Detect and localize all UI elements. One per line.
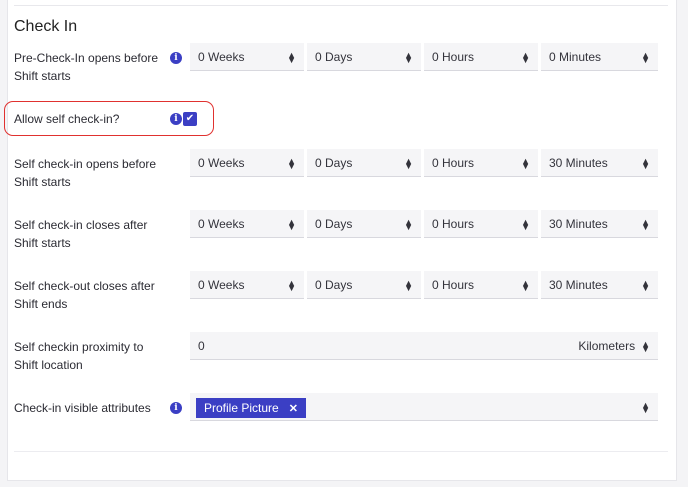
self-check-in-opens-minutes-select[interactable]: 30 Minutes ▲ ▼ bbox=[541, 149, 658, 177]
top-divider bbox=[14, 5, 668, 6]
self-check-out-closes-days-select[interactable]: 0 Days ▲ ▼ bbox=[307, 271, 421, 299]
pre-check-in-weeks-select[interactable]: 0 Weeks ▲ ▼ bbox=[190, 43, 304, 71]
proximity-input[interactable]: 0 Kilometers ▲ ▼ bbox=[190, 332, 658, 360]
pre-check-in-days-select[interactable]: 0 Days ▲ ▼ bbox=[307, 43, 421, 71]
checkmark-icon: ✔ bbox=[185, 113, 195, 124]
pre-check-in-label: Pre-Check-In opens before Shift starts bbox=[14, 51, 159, 83]
allow-self-check-in-label: Allow self check-in? bbox=[14, 112, 120, 126]
updown-caret-icon: ▲ ▼ bbox=[641, 338, 650, 354]
self-check-in-closes-minutes-select[interactable]: 30 Minutes ▲ ▼ bbox=[541, 210, 658, 238]
self-check-in-opens-hours-select[interactable]: 0 Hours ▲ ▼ bbox=[424, 149, 538, 177]
self-check-out-closes-weeks-select[interactable]: 0 Weeks ▲ ▼ bbox=[190, 271, 304, 299]
close-icon[interactable]: ✕ bbox=[289, 402, 298, 415]
updown-caret-icon: ▲ ▼ bbox=[404, 49, 413, 65]
section-title: Check In bbox=[14, 18, 78, 35]
updown-caret-icon: ▲ ▼ bbox=[641, 399, 650, 415]
visible-attributes-label: Check-in visible attributes bbox=[14, 401, 151, 415]
self-check-out-closes-label: Self check-out closes after Shift ends bbox=[14, 279, 155, 311]
self-check-out-closes-minutes-select[interactable]: 30 Minutes ▲ ▼ bbox=[541, 271, 658, 299]
pre-check-in-minutes-select[interactable]: 0 Minutes ▲ ▼ bbox=[541, 43, 658, 71]
proximity-unit: Kilometers bbox=[578, 338, 636, 353]
updown-caret-icon: ▲ ▼ bbox=[404, 216, 413, 232]
attribute-tag: Profile Picture ✕ bbox=[196, 398, 306, 418]
updown-caret-icon: ▲ ▼ bbox=[641, 277, 650, 293]
updown-caret-icon: ▲ ▼ bbox=[641, 49, 650, 65]
info-icon[interactable]: i bbox=[170, 113, 182, 125]
self-check-in-closes-label: Self check-in closes after Shift starts bbox=[14, 218, 148, 250]
updown-caret-icon: ▲ ▼ bbox=[287, 277, 296, 293]
self-check-in-closes-days-select[interactable]: 0 Days ▲ ▼ bbox=[307, 210, 421, 238]
updown-caret-icon: ▲ ▼ bbox=[521, 155, 530, 171]
updown-caret-icon: ▲ ▼ bbox=[404, 277, 413, 293]
self-check-out-closes-hours-select[interactable]: 0 Hours ▲ ▼ bbox=[424, 271, 538, 299]
updown-caret-icon: ▲ ▼ bbox=[287, 49, 296, 65]
self-check-in-closes-hours-select[interactable]: 0 Hours ▲ ▼ bbox=[424, 210, 538, 238]
pre-check-in-hours-select[interactable]: 0 Hours ▲ ▼ bbox=[424, 43, 538, 71]
self-check-in-opens-label: Self check-in opens before Shift starts bbox=[14, 157, 157, 189]
updown-caret-icon: ▲ ▼ bbox=[521, 49, 530, 65]
proximity-value: 0 bbox=[198, 338, 205, 353]
proximity-label: Self checkin proximity to Shift location bbox=[14, 340, 144, 372]
updown-caret-icon: ▲ ▼ bbox=[404, 155, 413, 171]
bottom-divider bbox=[14, 451, 668, 452]
attribute-tag-label: Profile Picture bbox=[204, 401, 279, 415]
allow-self-check-in-checkbox[interactable]: ✔ bbox=[183, 112, 197, 126]
updown-caret-icon: ▲ ▼ bbox=[287, 155, 296, 171]
updown-caret-icon: ▲ ▼ bbox=[641, 155, 650, 171]
self-check-in-closes-weeks-select[interactable]: 0 Weeks ▲ ▼ bbox=[190, 210, 304, 238]
info-icon[interactable]: i bbox=[170, 52, 182, 64]
info-icon[interactable]: i bbox=[170, 402, 182, 414]
self-check-in-opens-weeks-select[interactable]: 0 Weeks ▲ ▼ bbox=[190, 149, 304, 177]
updown-caret-icon: ▲ ▼ bbox=[521, 216, 530, 232]
updown-caret-icon: ▲ ▼ bbox=[521, 277, 530, 293]
updown-caret-icon: ▲ ▼ bbox=[287, 216, 296, 232]
proximity-unit-select[interactable]: Kilometers ▲ ▼ bbox=[578, 338, 650, 354]
self-check-in-opens-days-select[interactable]: 0 Days ▲ ▼ bbox=[307, 149, 421, 177]
updown-caret-icon: ▲ ▼ bbox=[641, 216, 650, 232]
